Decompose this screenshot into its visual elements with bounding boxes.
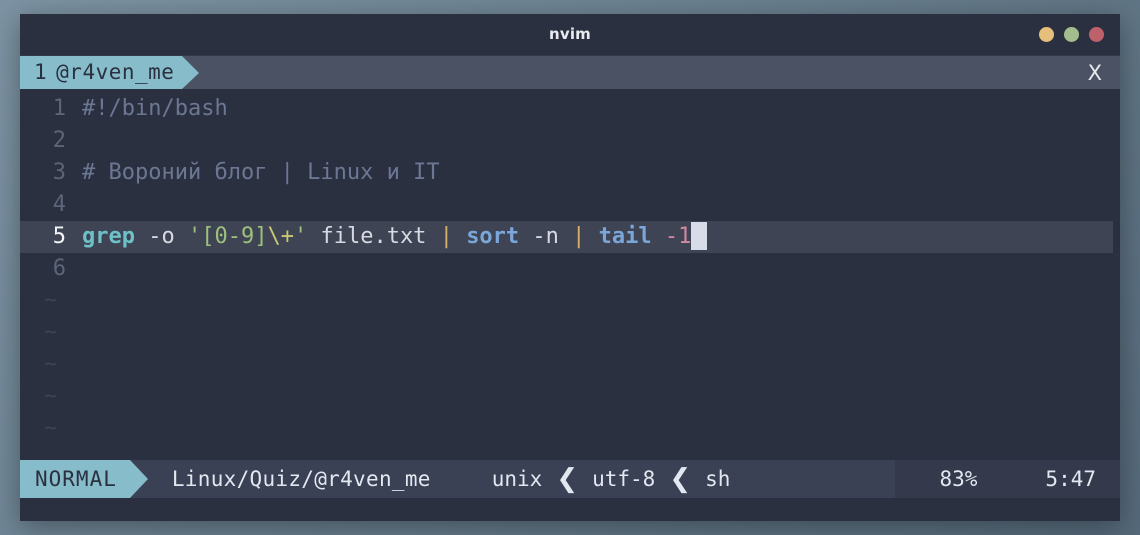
code-token: -1	[664, 224, 692, 249]
command-line-area[interactable]	[20, 498, 1120, 521]
line-number: 2	[52, 128, 66, 153]
buffer-tab-number: 1	[34, 60, 48, 84]
status-file-path[interactable]: Linux/Quiz/@r4ven_me	[148, 467, 447, 491]
status-right: 83% 5:47	[895, 460, 1120, 498]
code-token: |	[572, 224, 586, 249]
code-token: \+	[267, 224, 294, 249]
code-line[interactable]: 3 # Вороний блог | Linux и IT	[20, 157, 1120, 189]
tilde-marker: ~	[44, 288, 58, 313]
status-path-arrow-icon	[445, 460, 464, 498]
code-line[interactable]: 6	[20, 253, 1120, 285]
line-text: #!/bin/bash	[82, 96, 228, 121]
empty-buffer-markers: ~ ~ ~ ~ ~	[20, 285, 1120, 445]
close-button[interactable]	[1089, 27, 1104, 42]
nvim-window: nvim 1 @r4ven_me X 1 #!/bin/bash 2 3 # В…	[20, 14, 1120, 521]
statusline: NORMAL Linux/Quiz/@r4ven_me unix ❮ utf-8…	[20, 460, 1120, 498]
code-token: tail	[598, 224, 652, 249]
code-line[interactable]: 2	[20, 125, 1120, 157]
editor-area[interactable]: 1 #!/bin/bash 2 3 # Вороний блог | Linux…	[20, 89, 1120, 460]
tilde-marker: ~	[44, 416, 58, 441]
code-line-current[interactable]: 5 grep -o '[0-9]\+' file.txt | sort -n |…	[20, 221, 1113, 253]
tilde-marker: ~	[44, 384, 58, 409]
line-number: 4	[52, 192, 66, 217]
code-token: file.txt	[320, 224, 427, 249]
buffer-tab-arrow-icon	[182, 56, 200, 89]
maximize-button[interactable]	[1064, 27, 1079, 42]
empty-line-row: ~	[20, 285, 1120, 317]
bufferline: 1 @r4ven_me X	[20, 56, 1120, 89]
empty-line-row: ~	[20, 317, 1120, 349]
text-cursor	[691, 222, 708, 250]
code-token: sort	[466, 224, 520, 249]
line-number: 3	[52, 160, 66, 185]
buffer-tab-label: @r4ven_me	[56, 60, 175, 84]
line-number: 6	[52, 256, 66, 281]
status-right-arrow-icon	[895, 460, 914, 498]
desktop-background: nvim 1 @r4ven_me X 1 #!/bin/bash 2 3 # В…	[0, 0, 1140, 535]
chevron-left-icon: ❮	[669, 464, 692, 494]
status-mode-arrow-icon	[129, 460, 148, 498]
code-token: -o	[148, 224, 175, 249]
window-title: nvim	[548, 25, 592, 43]
chevron-left-icon: ❮	[556, 464, 579, 494]
empty-line-row: ~	[20, 381, 1120, 413]
code-token: grep	[82, 224, 135, 249]
code-token: |	[439, 224, 453, 249]
line-text: # Вороний блог | Linux и IT	[82, 160, 440, 185]
code-token: '	[293, 224, 308, 249]
buffer-tab-active[interactable]: 1 @r4ven_me	[20, 56, 183, 89]
code-token: '[0-9]	[187, 224, 268, 249]
status-mode-badge: NORMAL	[20, 460, 130, 498]
status-filetype: sh	[705, 467, 731, 491]
tilde-marker: ~	[44, 352, 58, 377]
code-line[interactable]: 4	[20, 189, 1120, 221]
line-text-current: grep -o '[0-9]\+' file.txt | sort -n | t…	[82, 221, 1113, 253]
status-encoding: utf-8	[592, 467, 656, 491]
tabline-close-button[interactable]: X	[1078, 56, 1120, 89]
line-number: 1	[52, 96, 66, 121]
empty-line-row: ~	[20, 413, 1120, 445]
empty-line-row: ~	[20, 349, 1120, 381]
code-line[interactable]: 1 #!/bin/bash	[20, 93, 1120, 125]
line-number-current: 5	[52, 224, 66, 249]
status-cursor-position: 5:47	[1045, 467, 1096, 491]
tilde-marker: ~	[44, 320, 58, 345]
code-token: -n	[532, 224, 559, 249]
status-middle: Linux/Quiz/@r4ven_me unix ❮ utf-8 ❮ sh	[147, 460, 896, 498]
status-fileformat: unix	[491, 467, 543, 491]
status-scroll-percent: 83%	[939, 467, 978, 491]
window-controls	[1039, 27, 1104, 42]
minimize-button[interactable]	[1039, 27, 1054, 42]
window-titlebar[interactable]: nvim	[20, 14, 1120, 56]
